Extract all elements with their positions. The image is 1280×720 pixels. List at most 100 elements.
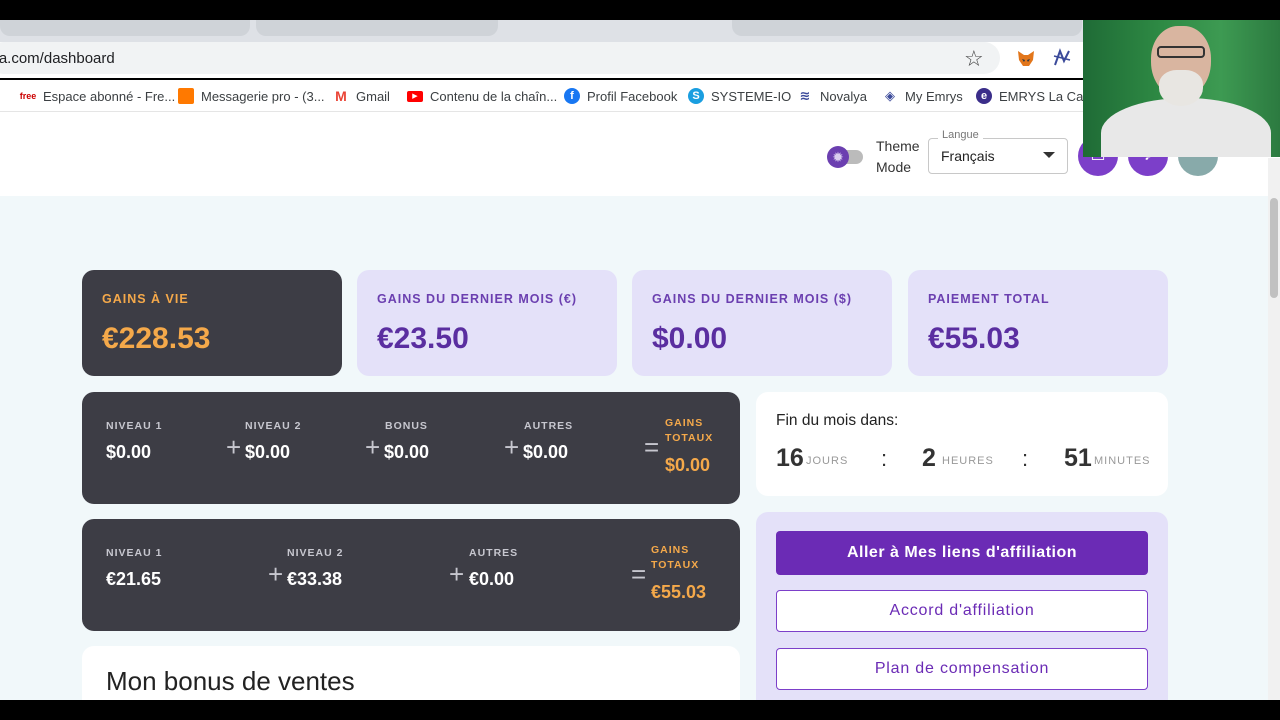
metamask-extension-icon[interactable] xyxy=(1016,48,1036,68)
others-label: AUTRES xyxy=(524,420,574,432)
browser-tab[interactable] xyxy=(256,20,498,36)
stat-card-total-payment: PAIEMENT TOTAL €55.03 xyxy=(908,270,1168,376)
countdown-minutes: 51 xyxy=(1064,444,1092,472)
screen: lya.com/dashboard ☆ free Espace abonné -… xyxy=(0,0,1280,720)
others-value: $0.00 xyxy=(523,442,569,462)
affiliate-actions-panel: Aller à Mes liens d'affiliation Accord d… xyxy=(756,512,1168,700)
bookmark-gmail[interactable]: M Gmail xyxy=(333,87,390,105)
stat-card-last-month-eur: GAINS DU DERNIER MOIS (€) €23.50 xyxy=(357,270,617,376)
affiliate-links-button[interactable]: Aller à Mes liens d'affiliation xyxy=(776,531,1148,575)
bonus-value: $0.00 xyxy=(384,442,430,462)
letterbox-bottom xyxy=(0,700,1280,720)
level2-label: NIVEAU 2 xyxy=(245,420,302,432)
bookmark-label: Espace abonné - Fre... xyxy=(43,88,176,104)
stat-label: GAINS DU DERNIER MOIS ($) xyxy=(652,292,853,306)
language-legend: Langue xyxy=(938,129,983,141)
browser-tab[interactable] xyxy=(0,20,250,36)
sales-bonus-title: Mon bonus de ventes xyxy=(106,666,355,696)
bookmark-facebook[interactable]: f Profil Facebook xyxy=(564,87,677,105)
bookmark-youtube[interactable]: ▶ Contenu de la chaîn... xyxy=(407,87,557,105)
stat-card-last-month-usd: GAINS DU DERNIER MOIS ($) $0.00 xyxy=(632,270,892,376)
bookmark-systeme-io[interactable]: S SYSTEME-IO xyxy=(688,87,791,105)
scrollbar-thumb[interactable] xyxy=(1270,198,1278,298)
countdown-separator: : xyxy=(881,446,888,471)
language-value: Français xyxy=(941,148,995,164)
person-body xyxy=(1101,98,1271,157)
plus-icon: + xyxy=(365,432,381,462)
equals-icon: = xyxy=(631,559,647,589)
bookmark-espace-abonne[interactable]: free Espace abonné - Fre... xyxy=(20,87,175,105)
free-icon: free xyxy=(20,88,36,104)
chevron-down-icon xyxy=(1043,152,1055,158)
bookmark-label: SYSTEME-IO xyxy=(711,88,792,104)
stat-label: PAIEMENT TOTAL xyxy=(928,292,1050,306)
month-end-countdown: Fin du mois dans: 16 JOURS : 2 HEURES : … xyxy=(756,392,1168,496)
url-field[interactable]: lya.com/dashboard xyxy=(0,42,1000,74)
letterbox-top xyxy=(0,0,1280,20)
bonus-label: BONUS xyxy=(385,420,428,432)
total-value: $0.00 xyxy=(665,455,711,475)
bookmark-emrys-la-carte[interactable]: e EMRYS La Carte xyxy=(976,87,1098,105)
bookmark-label: Profil Facebook xyxy=(587,88,678,104)
stat-value: $0.00 xyxy=(652,322,728,355)
plus-icon: + xyxy=(449,559,465,589)
total-value: €55.03 xyxy=(651,582,707,602)
stat-label: GAINS DU DERNIER MOIS (€) xyxy=(377,292,578,306)
others-label: AUTRES xyxy=(469,547,519,559)
novalya-icon: ≋ xyxy=(797,88,813,104)
youtube-icon: ▶ xyxy=(407,90,423,102)
level2-value: $0.00 xyxy=(245,442,291,462)
total-label: GAINS xyxy=(651,544,690,556)
bookmark-label: Messagerie pro - (3... xyxy=(201,88,325,104)
novalya-extension-icon[interactable] xyxy=(1052,48,1072,68)
affiliate-agreement-button[interactable]: Accord d'affiliation xyxy=(776,590,1148,632)
countdown-title: Fin du mois dans: xyxy=(776,412,899,429)
sales-bonus-card: Mon bonus de ventes xyxy=(82,646,740,700)
orange-icon xyxy=(178,88,194,104)
countdown-hours: 2 xyxy=(922,444,936,472)
stat-value: €55.03 xyxy=(928,322,1020,355)
level1-value: €21.65 xyxy=(106,569,162,589)
bookmark-label: Novalya xyxy=(820,88,867,104)
bookmark-messagerie[interactable]: Messagerie pro - (3... xyxy=(178,87,325,105)
earnings-breakdown-usd: NIVEAU 1 $0.00 + NIVEAU 2 $0.00 + BONUS … xyxy=(82,392,740,504)
countdown-minutes-unit: MINUTES xyxy=(1094,455,1151,467)
earnings-breakdown-eur: NIVEAU 1 €21.65 + NIVEAU 2 €33.38 + AUTR… xyxy=(82,519,740,631)
bookmark-label: My Emrys xyxy=(905,88,963,104)
level1-label: NIVEAU 1 xyxy=(106,547,163,559)
countdown-days-unit: JOURS xyxy=(806,455,849,467)
plus-icon: + xyxy=(504,432,520,462)
gmail-icon: M xyxy=(333,88,349,104)
level2-label: NIVEAU 2 xyxy=(287,547,344,559)
plus-icon: + xyxy=(226,432,242,462)
theme-toggle[interactable]: ✹ xyxy=(827,146,865,168)
person-glasses xyxy=(1157,46,1205,58)
stat-value: €23.50 xyxy=(377,322,469,355)
bookmark-my-emrys[interactable]: ◈ My Emrys xyxy=(882,87,963,105)
page-scrollbar[interactable] xyxy=(1268,158,1280,700)
countdown-days: 16 xyxy=(776,444,804,472)
level1-label: NIVEAU 1 xyxy=(106,420,163,432)
person-beard xyxy=(1159,70,1203,106)
emrys-icon: ◈ xyxy=(882,88,898,104)
systemeio-icon: S xyxy=(688,88,704,104)
bookmark-star-icon[interactable]: ☆ xyxy=(964,46,984,72)
countdown-separator: : xyxy=(1022,446,1029,471)
emrys-card-icon: e xyxy=(976,88,992,104)
level1-value: $0.00 xyxy=(106,442,152,462)
bookmark-label: Contenu de la chaîn... xyxy=(430,88,558,104)
sun-icon: ✹ xyxy=(827,146,849,168)
facebook-icon: f xyxy=(564,88,580,104)
url-text: lya.com/dashboard xyxy=(0,50,115,67)
browser-tab[interactable] xyxy=(732,20,1082,36)
theme-mode-label: Theme Mode xyxy=(876,138,920,175)
total-label: TOTAUX xyxy=(651,559,700,571)
bookmark-novalya[interactable]: ≋ Novalya xyxy=(797,87,867,105)
stat-label: GAINS À VIE xyxy=(102,292,189,306)
bookmark-label: Gmail xyxy=(356,88,390,104)
equals-icon: = xyxy=(644,432,660,462)
total-label: GAINS xyxy=(665,417,704,429)
compensation-plan-button[interactable]: Plan de compensation xyxy=(776,648,1148,690)
level2-value: €33.38 xyxy=(287,569,343,589)
stat-value: €228.53 xyxy=(102,322,211,355)
